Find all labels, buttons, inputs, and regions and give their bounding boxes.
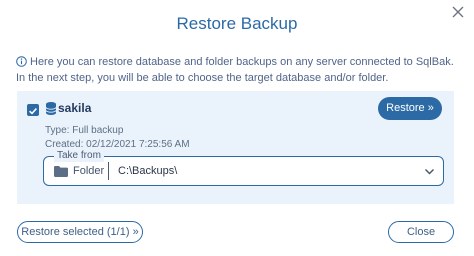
source-type-label: Folder [73, 165, 105, 177]
check-icon [29, 108, 37, 115]
backup-created: Created: 02/12/2021 7:25:56 AM [45, 139, 190, 150]
info-message: Here you can restore database and folder… [16, 54, 462, 86]
info-icon [16, 56, 27, 67]
backup-item-checkbox[interactable] [27, 104, 39, 116]
dialog-title: Restore Backup [176, 14, 298, 33]
backup-type: Type: Full backup [45, 125, 124, 136]
backup-item-panel: sakila Restore » Type: Full backup Creat… [17, 91, 454, 204]
divider [108, 162, 109, 180]
take-from-label: Take from [54, 150, 104, 162]
close-button[interactable]: Close [388, 221, 454, 243]
take-from-select[interactable]: Take from Folder C:\Backups\ [43, 150, 444, 186]
close-icon[interactable] [451, 5, 465, 19]
chevron-down-icon[interactable] [424, 166, 435, 177]
database-name: sakila [58, 101, 92, 115]
info-text: Here you can restore database and folder… [16, 56, 454, 84]
backup-path: C:\Backups\ [118, 165, 178, 177]
database-icon [45, 102, 57, 115]
folder-icon [54, 166, 68, 177]
restore-selected-button[interactable]: Restore selected (1/1) » [17, 221, 143, 243]
restore-button[interactable]: Restore » [378, 97, 442, 120]
